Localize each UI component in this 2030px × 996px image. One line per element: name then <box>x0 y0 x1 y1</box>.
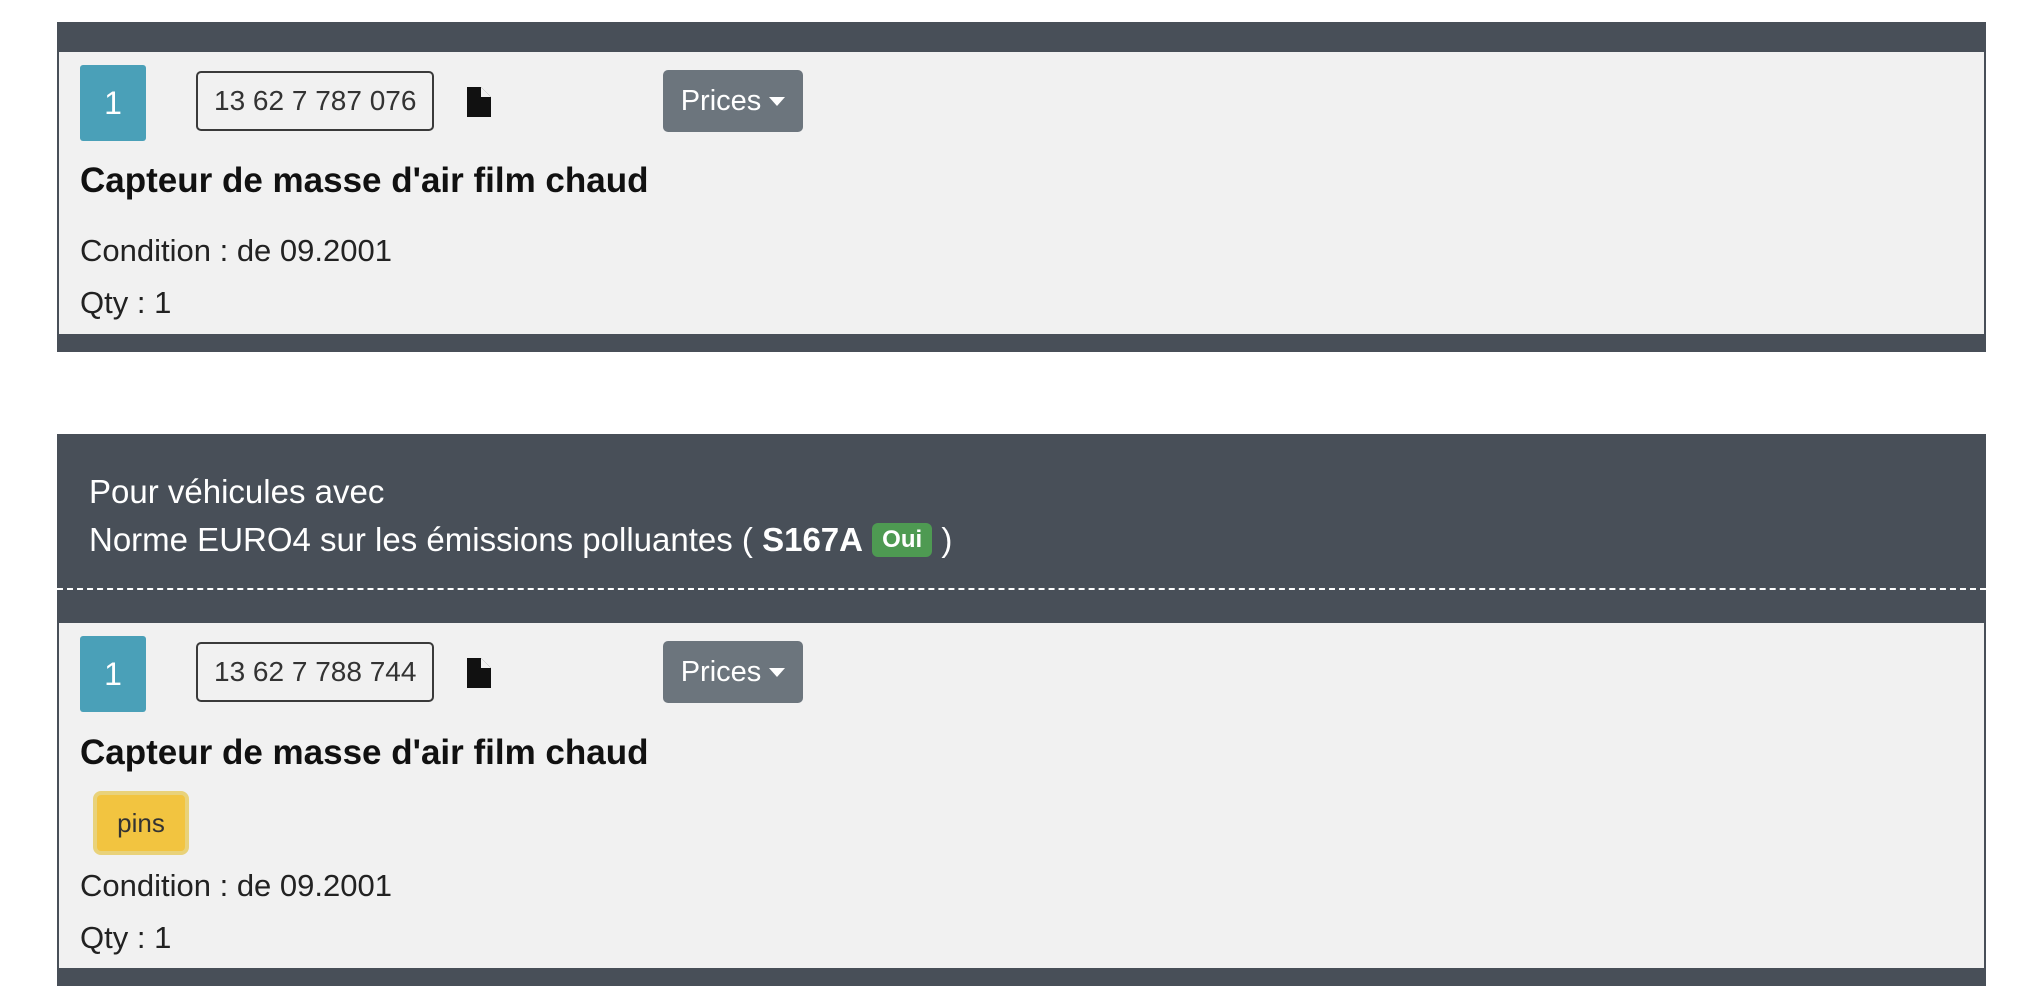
document-icon[interactable] <box>467 658 491 688</box>
part-card: 1 13 62 7 787 076 Prices Capteur de mass… <box>57 22 1986 352</box>
part-title: Capteur de masse d'air film chaud <box>80 733 649 772</box>
caret-down-icon <box>769 96 786 106</box>
header-intro: Pour véhicules avec <box>89 473 385 510</box>
part-condition: Condition : de 09.2001 <box>80 233 392 268</box>
part-number-box[interactable]: 13 62 7 788 744 <box>196 642 435 702</box>
part-qty: Qty : 1 <box>80 920 172 955</box>
part-card-toolbar: 1 13 62 7 787 076 Prices <box>80 65 980 143</box>
prices-button-label: Prices <box>680 655 762 688</box>
item-index-badge: 1 <box>80 636 146 712</box>
header-condition-line: Norme EURO4 sur les émissions polluantes… <box>89 516 1954 564</box>
pins-tag[interactable]: pins <box>93 791 189 855</box>
part-card-toolbar: 1 13 62 7 788 744 Prices <box>80 636 980 714</box>
prices-button-label: Prices <box>680 84 762 117</box>
prices-dropdown-button[interactable]: Prices <box>663 641 803 703</box>
part-card: Pour véhicules avec Norme EURO4 sur les … <box>57 434 1986 986</box>
part-condition: Condition : de 09.2001 <box>80 868 392 903</box>
prices-dropdown-button[interactable]: Prices <box>663 70 803 132</box>
part-qty: Qty : 1 <box>80 285 172 320</box>
oui-badge: Oui <box>872 523 933 558</box>
header-condition-text: Norme EURO4 sur les émissions polluantes… <box>89 521 753 558</box>
vehicle-condition-header: Pour véhicules avec Norme EURO4 sur les … <box>57 434 1986 590</box>
header-close-paren: ) <box>941 521 953 558</box>
item-index-badge: 1 <box>80 65 146 141</box>
part-card-body: 1 13 62 7 787 076 Prices Capteur de mass… <box>59 52 1984 334</box>
option-code: S167A <box>762 521 863 558</box>
part-number-box[interactable]: 13 62 7 787 076 <box>196 71 435 131</box>
document-icon[interactable] <box>467 87 491 117</box>
part-card-body: 1 13 62 7 788 744 Prices Capteur de mass… <box>59 623 1984 968</box>
part-title: Capteur de masse d'air film chaud <box>80 161 649 200</box>
caret-down-icon <box>769 667 786 677</box>
